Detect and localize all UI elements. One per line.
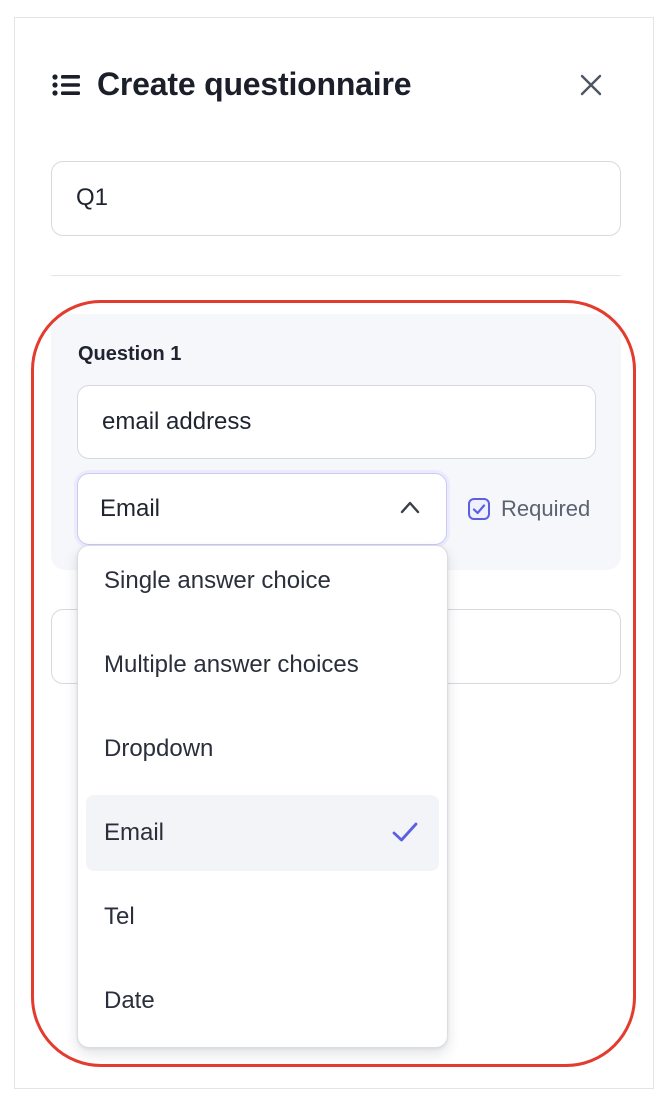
dropdown-option-single-answer-choice[interactable]: Single answer choice [86, 543, 439, 619]
list-icon [52, 74, 80, 96]
required-label: Required [501, 496, 591, 521]
divider [51, 275, 621, 276]
panel-header: Create questionnaire [52, 64, 612, 106]
close-icon [580, 74, 602, 96]
question-type-value: Email [100, 495, 161, 522]
check-icon [392, 822, 418, 842]
dropdown-option-date[interactable]: Date [86, 963, 439, 1039]
question-text-input[interactable]: email address [77, 385, 596, 459]
dropdown-option-multiple-answer-choices[interactable]: Multiple answer choices [86, 627, 439, 703]
questionnaire-name-input[interactable]: Q1 [51, 161, 621, 236]
dropdown-option-email[interactable]: Email [86, 795, 439, 871]
required-toggle[interactable]: Required [467, 494, 590, 524]
question-type-select[interactable]: Email [77, 473, 447, 545]
chevron-up-icon [400, 501, 420, 514]
dropdown-option-tel[interactable]: Tel [86, 879, 439, 955]
question-type-dropdown: Single answer choice Multiple answer cho… [77, 545, 448, 1048]
question-label: Question 1 [78, 343, 182, 365]
page-title: Create questionnaire [97, 66, 412, 102]
dropdown-option-dropdown[interactable]: Dropdown [86, 711, 439, 787]
checkbox-checked-icon [468, 498, 490, 520]
close-button[interactable] [575, 69, 607, 101]
